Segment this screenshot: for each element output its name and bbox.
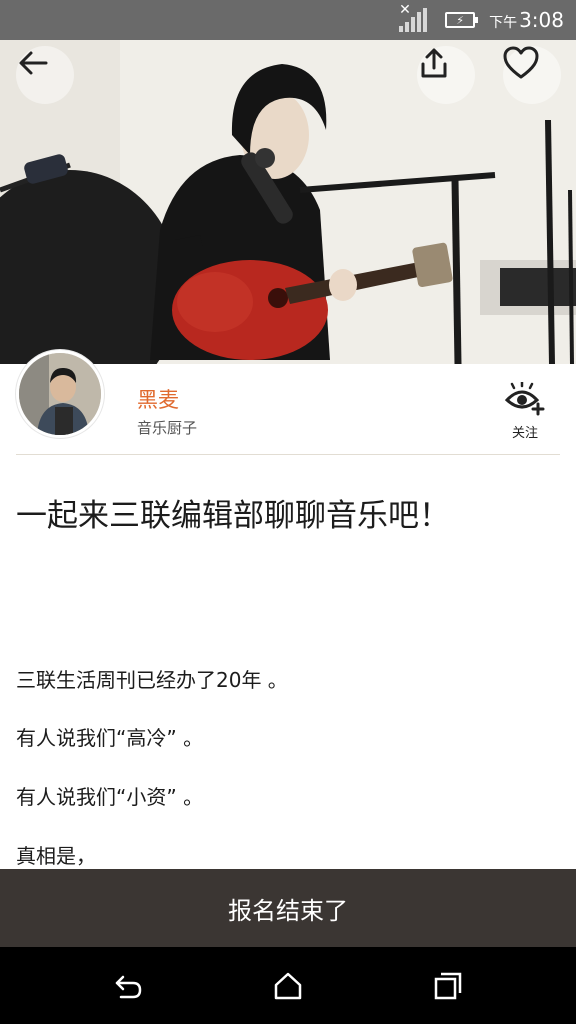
arrow-left-icon — [19, 51, 48, 75]
article-paragraph: 真相是， — [16, 844, 96, 868]
clock-time: 3:08 — [519, 8, 564, 32]
hero-photo — [0, 40, 576, 364]
performer-photo — [0, 40, 576, 364]
status-bar: ✕ ⚡ 下午 3:08 — [0, 0, 576, 40]
avatar[interactable] — [16, 350, 104, 438]
back-button[interactable] — [16, 46, 74, 104]
nav-back-button[interactable] — [113, 971, 143, 1001]
avatar-image — [19, 353, 101, 435]
favorite-button[interactable] — [503, 46, 561, 104]
divider — [16, 454, 560, 455]
author-description: 音乐厨子 — [137, 419, 198, 437]
share-button[interactable] — [417, 46, 475, 104]
article-paragraph: 有人说我们“小资” 。 — [16, 785, 204, 809]
signal-no-service-icon: ✕ — [399, 2, 428, 32]
follow-button[interactable]: 关注 — [500, 380, 550, 441]
nav-recents-icon — [434, 972, 462, 1000]
author-row: 黑麦 音乐厨子 关注 — [0, 350, 576, 456]
system-nav-bar — [0, 947, 576, 1024]
status-clock: 下午 3:08 — [489, 8, 564, 32]
article-paragraph: 有人说我们“高冷” 。 — [16, 726, 204, 750]
battery-charging-icon: ⚡ — [445, 12, 479, 28]
article-title: 一起来三联编辑部聊聊音乐吧！ — [16, 498, 450, 534]
nav-back-icon — [115, 975, 142, 999]
author-name[interactable]: 黑麦 — [137, 384, 179, 414]
clock-ampm: 下午 — [489, 15, 518, 31]
nav-home-button[interactable] — [273, 971, 303, 1001]
nav-home-icon — [274, 972, 302, 1000]
heart-outline-icon — [503, 46, 539, 79]
eye-plus-icon — [504, 380, 545, 416]
share-upload-icon — [421, 48, 447, 78]
nav-recents-button[interactable] — [433, 971, 463, 1001]
follow-label: 关注 — [511, 426, 538, 441]
article-paragraph: 三联生活周刊已经办了20年 。 — [16, 668, 288, 692]
signup-closed-button[interactable]: 报名结束了 — [0, 869, 576, 947]
